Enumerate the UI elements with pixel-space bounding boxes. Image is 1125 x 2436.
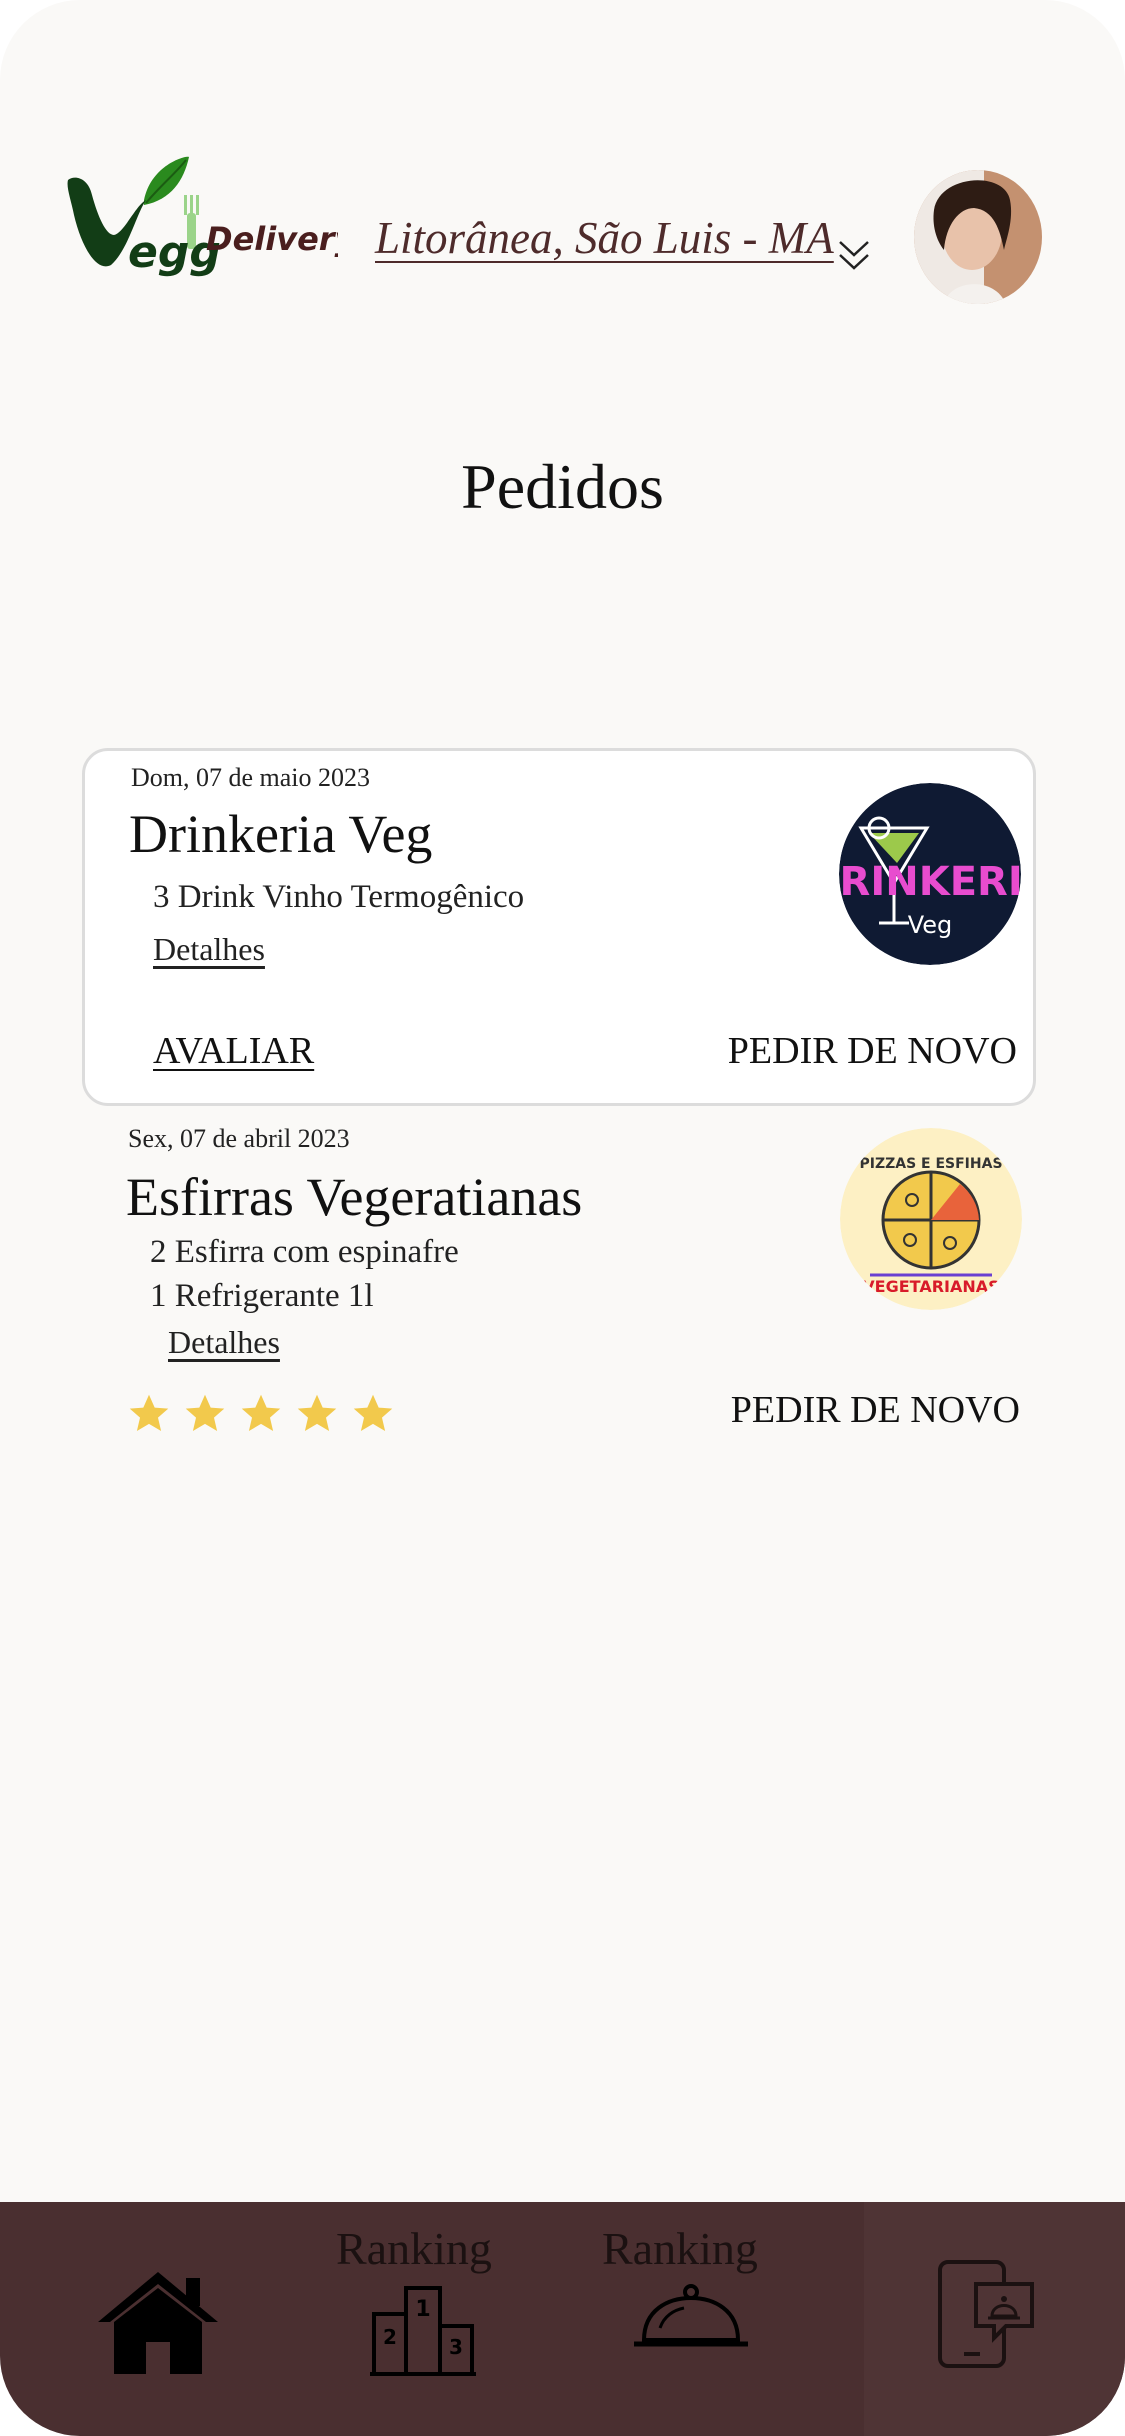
details-link[interactable]: Detalhes (168, 1324, 280, 1361)
svg-text:3: 3 (449, 2335, 463, 2359)
star-icon[interactable] (294, 1392, 340, 1436)
drinkeria-logo: DRINKERIA Veg (839, 783, 1021, 965)
drinkeria-logo-sub: Veg (908, 911, 953, 939)
nav-label-ranking[interactable]: Ranking (602, 2222, 758, 2275)
svg-text:2: 2 (383, 2325, 397, 2349)
star-icon[interactable] (126, 1392, 172, 1436)
order-item: 3 Drink Vinho Termogênico (153, 879, 525, 915)
cloche-icon[interactable] (632, 2284, 750, 2368)
podium-icon[interactable]: 1 2 3 (370, 2284, 476, 2380)
rate-button[interactable]: AVALIAR (153, 1029, 314, 1073)
order-item: 2 Esfirra com espinafre (150, 1234, 459, 1270)
rating-stars[interactable] (126, 1392, 396, 1436)
order-card[interactable]: Dom, 07 de maio 2023 Drinkeria Veg 3 Dri… (82, 748, 1036, 1106)
reorder-button[interactable]: PEDIR DE NOVO (728, 1029, 1017, 1073)
esfirras-logo-bottom: VEGETARIANAS (862, 1277, 999, 1296)
location-selector[interactable]: Litorânea, São Luis - MA (375, 212, 834, 264)
store-name: Drinkeria Veg (129, 804, 433, 864)
page-title: Pedidos (461, 451, 664, 522)
drinkeria-logo-text: DRINKERIA (839, 859, 1021, 905)
esfirras-logo: PIZZAS E ESFIHAS VEGETARIANAS (840, 1128, 1022, 1310)
reorder-button[interactable]: PEDIR DE NOVO (731, 1388, 1020, 1432)
vegg-delivery-logo[interactable]: egg Delivery (66, 155, 357, 295)
order-date: Sex, 07 de abril 2023 (128, 1124, 350, 1153)
svg-text:Delivery: Delivery (206, 220, 338, 258)
chat-phone-icon[interactable] (936, 2258, 1036, 2374)
star-icon[interactable] (238, 1392, 284, 1436)
order-date: Dom, 07 de maio 2023 (131, 763, 371, 792)
esfirras-logo-top: PIZZAS E ESFIHAS (859, 1156, 1002, 1172)
nav-label-ranking[interactable]: Ranking (336, 2222, 492, 2275)
order-item: 1 Refrigerante 1l (150, 1278, 374, 1314)
order-card[interactable]: Sex, 07 de abril 2023 Esfirras Vegeratia… (82, 1110, 1036, 1450)
orders-screen: egg Delivery Litorânea, São Luis - MA Pe… (0, 0, 1125, 2436)
home-icon[interactable] (94, 2270, 222, 2380)
store-name: Esfirras Vegeratianas (126, 1167, 583, 1227)
user-avatar[interactable] (914, 170, 1042, 304)
svg-text:1: 1 (415, 2297, 430, 2322)
bottom-nav: Ranking 1 2 3 Ranking (0, 2202, 1125, 2436)
details-link[interactable]: Detalhes (153, 931, 265, 968)
star-icon[interactable] (182, 1392, 228, 1436)
star-icon[interactable] (350, 1392, 396, 1436)
double-chevron-down-icon[interactable] (836, 236, 872, 274)
